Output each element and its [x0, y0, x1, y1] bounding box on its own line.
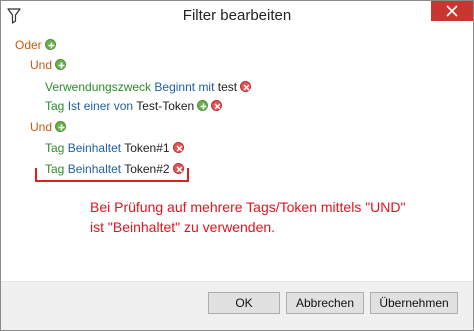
add-icon[interactable]	[55, 59, 67, 70]
remove-icon[interactable]	[172, 142, 184, 153]
apply-button[interactable]: Übernehmen	[370, 292, 458, 314]
close-button[interactable]	[431, 1, 473, 21]
annotation-line-1: Bei Prüfung auf mehrere Tags/Token mitte…	[90, 199, 406, 215]
add-icon[interactable]	[55, 121, 67, 132]
title-bar: Filter bearbeiten	[1, 1, 473, 31]
condition-operator[interactable]: Beginnt mit	[154, 80, 214, 94]
annotation-line-2: ist "Beinhaltet" zu verwenden.	[90, 219, 276, 235]
dialog-footer: OK Abbrechen Übernehmen	[1, 282, 473, 330]
or-label: Oder	[15, 38, 42, 52]
condition-operator[interactable]: Beinhaltet	[68, 141, 121, 155]
condition-row-2[interactable]: Tag Ist einer von Test-Token	[45, 98, 223, 114]
tree-node-and-2[interactable]: Und	[30, 119, 67, 135]
and-label: Und	[30, 120, 53, 134]
tree-node-or[interactable]: Oder	[15, 37, 56, 53]
cancel-button[interactable]: Abbrechen	[286, 292, 364, 314]
condition-row-1[interactable]: Verwendungszweck Beginnt mit test	[45, 79, 252, 95]
tree-node-and-1[interactable]: Und	[30, 57, 67, 73]
remove-icon[interactable]	[211, 100, 223, 111]
close-icon	[446, 5, 458, 17]
annotation-note: Bei Prüfung auf mehrere Tags/Token mitte…	[90, 197, 430, 237]
condition-field[interactable]: Tag	[45, 99, 64, 113]
condition-row-3[interactable]: Tag Beinhaltet Token#1	[45, 140, 184, 156]
condition-value[interactable]: Token#1	[124, 141, 169, 155]
add-icon[interactable]	[44, 39, 56, 50]
condition-field[interactable]: Verwendungszweck	[45, 80, 151, 94]
ok-button[interactable]: OK	[208, 292, 280, 314]
dialog-title: Filter bearbeiten	[182, 7, 292, 24]
highlight-bracket	[35, 168, 189, 182]
filter-tree: Oder Und Verwendungszweck Beginnt mit te…	[9, 31, 465, 279]
condition-value[interactable]: test	[218, 80, 237, 94]
and-label: Und	[30, 58, 53, 72]
filter-dialog: Filter bearbeiten Oder Und Verwendungszw…	[0, 0, 474, 331]
condition-operator[interactable]: Ist einer von	[68, 99, 133, 113]
condition-field[interactable]: Tag	[45, 141, 64, 155]
condition-value[interactable]: Test-Token	[136, 99, 194, 113]
add-icon[interactable]	[197, 100, 209, 111]
remove-icon[interactable]	[240, 81, 252, 92]
